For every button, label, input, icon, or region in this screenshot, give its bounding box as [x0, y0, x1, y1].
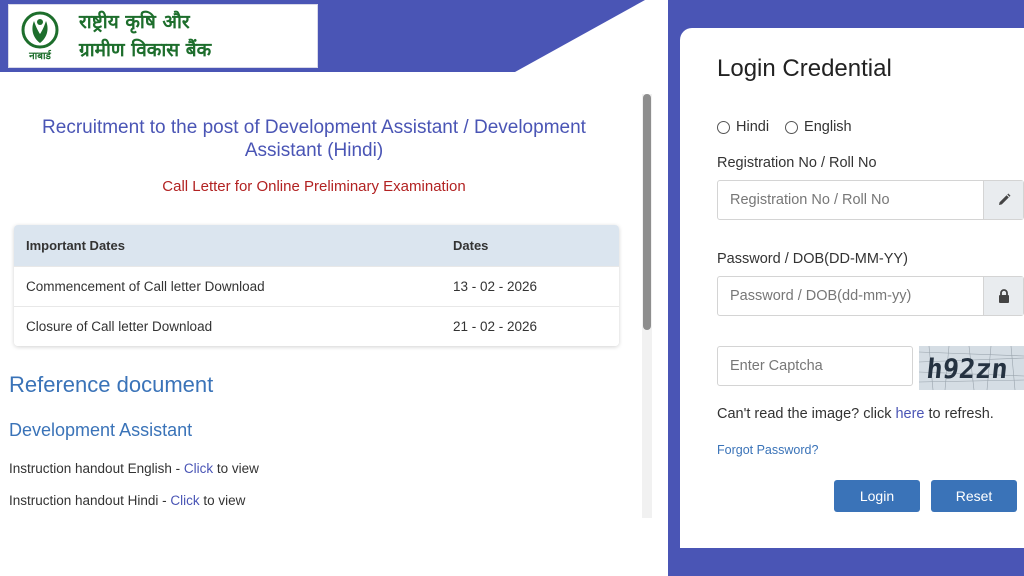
content-scrollbar[interactable]: [642, 94, 652, 518]
captcha-field-group: [717, 346, 913, 386]
refresh-suffix: to refresh.: [924, 406, 994, 422]
handout-english: Instruction handout English - Click to v…: [9, 461, 259, 476]
emblem-label: नाबार्ड: [29, 50, 51, 62]
refresh-captcha-link[interactable]: here: [895, 406, 924, 422]
login-button[interactable]: Login: [834, 480, 920, 512]
handout-hindi-label: Instruction handout Hindi -: [9, 493, 171, 508]
development-assistant-heading: Development Assistant: [9, 420, 193, 440]
captcha-input[interactable]: [718, 347, 912, 385]
call-letter-subtitle: Call Letter for Online Preliminary Exami…: [162, 178, 466, 195]
refresh-prefix: Can't read the image? click: [717, 406, 896, 422]
table-header-row: Important Dates Dates: [14, 225, 619, 266]
emblem-icon: [21, 11, 59, 48]
handout-english-label: Instruction handout English -: [9, 461, 184, 476]
handout-hindi-link[interactable]: Click: [170, 493, 199, 508]
language-selector: Hindi English: [717, 119, 868, 135]
radio-hindi-label[interactable]: Hindi: [736, 119, 769, 135]
important-dates-table: Important Dates Dates Commencement of Ca…: [14, 225, 619, 346]
bank-name-line2: ग्रामीण विकास बैंक: [79, 39, 212, 61]
handout-english-link[interactable]: Click: [184, 461, 213, 476]
radio-hindi[interactable]: [717, 120, 730, 134]
table-cell-date: 13 - 02 - 2026: [441, 265, 619, 306]
nabard-emblem: नाबार्ड: [15, 7, 65, 65]
bank-name: राष्ट्रीय कृषि और ग्रामीण विकास बैंक: [79, 8, 211, 64]
table-row: Closure of Call letter Download 21 - 02 …: [14, 305, 619, 346]
table-row: Commencement of Call letter Download 13 …: [14, 265, 619, 306]
registration-field-group: [717, 180, 1024, 220]
lock-icon: [983, 277, 1023, 315]
bank-name-line1: राष्ट्रीय कृषि और: [79, 11, 190, 33]
table-cell-event: Closure of Call letter Download: [14, 305, 441, 346]
radio-english-label[interactable]: English: [804, 119, 852, 135]
reference-document-heading: Reference document: [9, 372, 214, 397]
table-header-important-dates: Important Dates: [14, 225, 441, 266]
handout-english-suffix: to view: [213, 461, 259, 476]
login-panel: Login Credential Hindi English Registrat…: [680, 28, 1024, 548]
captcha-refresh-text: Can't read the image? click here to refr…: [717, 406, 994, 422]
password-label: Password / DOB(DD-MM-YY): [717, 251, 908, 267]
forgot-password-link[interactable]: Forgot Password?: [717, 443, 818, 457]
scrollbar-thumb[interactable]: [643, 94, 651, 330]
captcha-text: h92zn: [925, 354, 1009, 385]
nabard-logo: नाबार्ड राष्ट्रीय कृषि और ग्रामीण विकास …: [8, 4, 318, 68]
reset-button[interactable]: Reset: [931, 480, 1017, 512]
registration-label: Registration No / Roll No: [717, 155, 877, 171]
password-field-group: [717, 276, 1024, 316]
table-header-dates: Dates: [441, 225, 619, 266]
radio-english[interactable]: [785, 120, 799, 134]
pencil-icon: [983, 181, 1023, 219]
recruitment-info-panel: Recruitment to the post of Development A…: [0, 94, 642, 520]
table-cell-event: Commencement of Call letter Download: [14, 265, 441, 306]
login-title: Login Credential: [717, 55, 892, 82]
post-title: Recruitment to the post of Development A…: [42, 117, 586, 161]
handout-hindi-suffix: to view: [199, 493, 246, 508]
table-cell-date: 21 - 02 - 2026: [441, 305, 619, 346]
handout-hindi: Instruction handout Hindi - Click to vie…: [9, 493, 245, 508]
password-input[interactable]: [718, 277, 983, 315]
captcha-image: h92zn: [919, 346, 1024, 390]
registration-input[interactable]: [718, 181, 983, 219]
